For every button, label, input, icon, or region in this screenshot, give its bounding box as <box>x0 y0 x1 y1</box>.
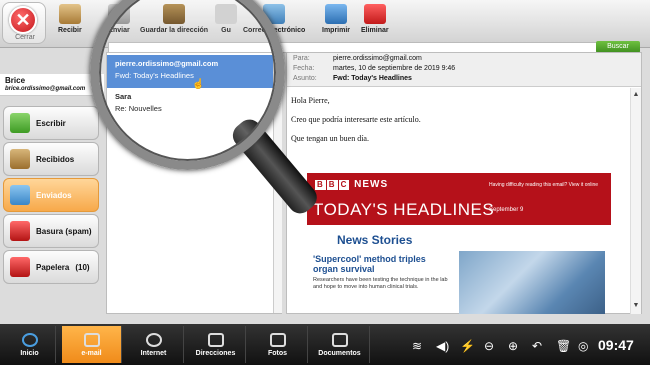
to-label: Para: <box>293 55 310 62</box>
taskbar-label: Fotos <box>267 349 288 357</box>
to-value: pierre.ordissimo@gmail.com <box>333 55 422 62</box>
folder-inbox[interactable]: Recibidos <box>3 142 99 176</box>
close-label: Cerrar <box>15 34 35 41</box>
subject-value: Fwd: Today's Headlines <box>333 75 412 82</box>
delete-label: Eliminar <box>361 27 389 34</box>
zoom-out-icon[interactable]: ⊖ <box>484 339 494 353</box>
receive-label: Recibir <box>58 27 82 34</box>
folder-label: Papelera <box>36 262 70 272</box>
newsletter-date: September 9 <box>489 207 524 213</box>
trash-taskbar-icon[interactable]: 🗑 <box>556 339 571 353</box>
message-header: Para: pierre.ordissimo@gmail.com Fecha: … <box>287 53 641 87</box>
folder-label: Recibidos <box>36 154 75 164</box>
camera-icon <box>269 332 286 347</box>
story-summary: Researchers have been testing the techni… <box>313 277 448 290</box>
receive-button[interactable]: Recibir <box>58 4 82 42</box>
taskbar-documents[interactable]: Documentos <box>310 326 370 363</box>
help-icon[interactable]: ◎ <box>578 339 588 353</box>
taskbar-internet[interactable]: Internet <box>124 326 184 363</box>
contacts-icon <box>207 332 224 347</box>
body-paragraph: Que tengan un buen día. <box>291 134 369 143</box>
newsletter-banner: BBC NEWS Having difficulty reading this … <box>307 173 611 225</box>
folder-label: Enviados <box>36 190 72 200</box>
view-online-link[interactable]: Having difficulty reading this email? Vi… <box>489 182 598 188</box>
zoom-in-icon[interactable]: ⊕ <box>508 339 518 353</box>
account-name: Brice <box>5 76 26 85</box>
close-icon: ✕ <box>9 6 37 34</box>
delete-button[interactable]: Eliminar <box>361 4 389 42</box>
inbox-download-icon <box>58 4 81 24</box>
taskbar-label: Direcciones <box>195 349 236 357</box>
story-link[interactable]: 'Supercool' method triples organ surviva… <box>313 254 453 274</box>
folder-sent[interactable]: Enviados <box>3 178 99 212</box>
close-button[interactable]: ✕ Cerrar <box>2 2 46 44</box>
folder-spam[interactable]: Basura (spam) <box>3 214 99 248</box>
folder-count: (10) <box>75 262 90 272</box>
body-paragraph: Hola Pierre, <box>291 96 330 105</box>
reader-scrollbar[interactable]: ▲ ▼ <box>630 88 641 314</box>
taskbar-label: Internet <box>140 349 167 357</box>
bbc-logo: BBC NEWS <box>315 179 389 190</box>
clock: 09:47 <box>598 337 634 353</box>
taskbar-label: e-mail <box>81 349 102 357</box>
hand-cursor-icon: ☝ <box>192 79 205 90</box>
spam-icon <box>10 221 30 241</box>
account-email: brice.ordissimo@gmail.com <box>5 86 86 92</box>
globe-icon <box>145 332 162 347</box>
undo-icon[interactable]: ↶ <box>532 339 542 353</box>
trash-icon <box>363 4 386 24</box>
folder-sidebar: Escribir Recibidos Enviados Basura (spam… <box>0 100 104 292</box>
trash-folder-icon <box>10 257 30 277</box>
reading-pane: Para: pierre.ordissimo@gmail.com Fecha: … <box>286 52 642 314</box>
taskbar-photos[interactable]: Fotos <box>248 326 308 363</box>
folder-label: Basura (spam) <box>36 226 92 236</box>
wifi-icon[interactable]: ≋ <box>412 339 422 353</box>
folder-label: Escribir <box>36 118 66 128</box>
compose-icon <box>10 113 30 133</box>
mail-icon <box>83 332 100 347</box>
section-title: News Stories <box>337 233 413 247</box>
print-button[interactable]: Imprimir <box>322 4 350 42</box>
taskbar-contacts[interactable]: Direcciones <box>186 326 246 363</box>
taskbar-email[interactable]: e-mail <box>62 326 122 363</box>
taskbar-label: Inicio <box>20 349 39 357</box>
folder-trash[interactable]: Papelera (10) <box>3 250 99 284</box>
account-info: Brice brice.ordissimo@gmail.com <box>0 74 104 96</box>
scroll-down-icon[interactable]: ▼ <box>632 302 640 310</box>
search-button-label: Buscar <box>607 43 629 50</box>
inbox-icon <box>10 149 30 169</box>
taskbar-label: Documentos <box>318 349 361 357</box>
taskbar-home[interactable]: Inicio <box>4 326 56 363</box>
volume-icon[interactable]: ◀) <box>436 339 449 353</box>
taskbar: Inicio e-mail Internet Direcciones Fotos… <box>0 324 650 365</box>
newsletter-headline: TODAY'S HEADLINES <box>313 200 495 219</box>
sent-icon <box>10 185 30 205</box>
subject-label: Asunto: <box>293 75 317 82</box>
scroll-up-icon[interactable]: ▲ <box>632 91 640 99</box>
date-value: martes, 10 de septiembre de 2019 9:46 <box>333 65 456 72</box>
battery-icon[interactable]: ⚡ <box>460 339 475 353</box>
print-label: Imprimir <box>322 27 351 34</box>
documents-icon <box>331 332 348 347</box>
home-icon <box>21 332 38 347</box>
message-body: Hola Pierre, Creo que podría interesarte… <box>287 88 629 314</box>
bbc-brand: NEWS <box>354 179 389 190</box>
folder-compose[interactable]: Escribir <box>3 106 99 140</box>
date-label: Fecha: <box>293 65 315 72</box>
story-image[interactable] <box>459 251 605 314</box>
printer-icon <box>325 4 347 24</box>
body-paragraph: Creo que podría interesarte este artícul… <box>291 115 421 124</box>
